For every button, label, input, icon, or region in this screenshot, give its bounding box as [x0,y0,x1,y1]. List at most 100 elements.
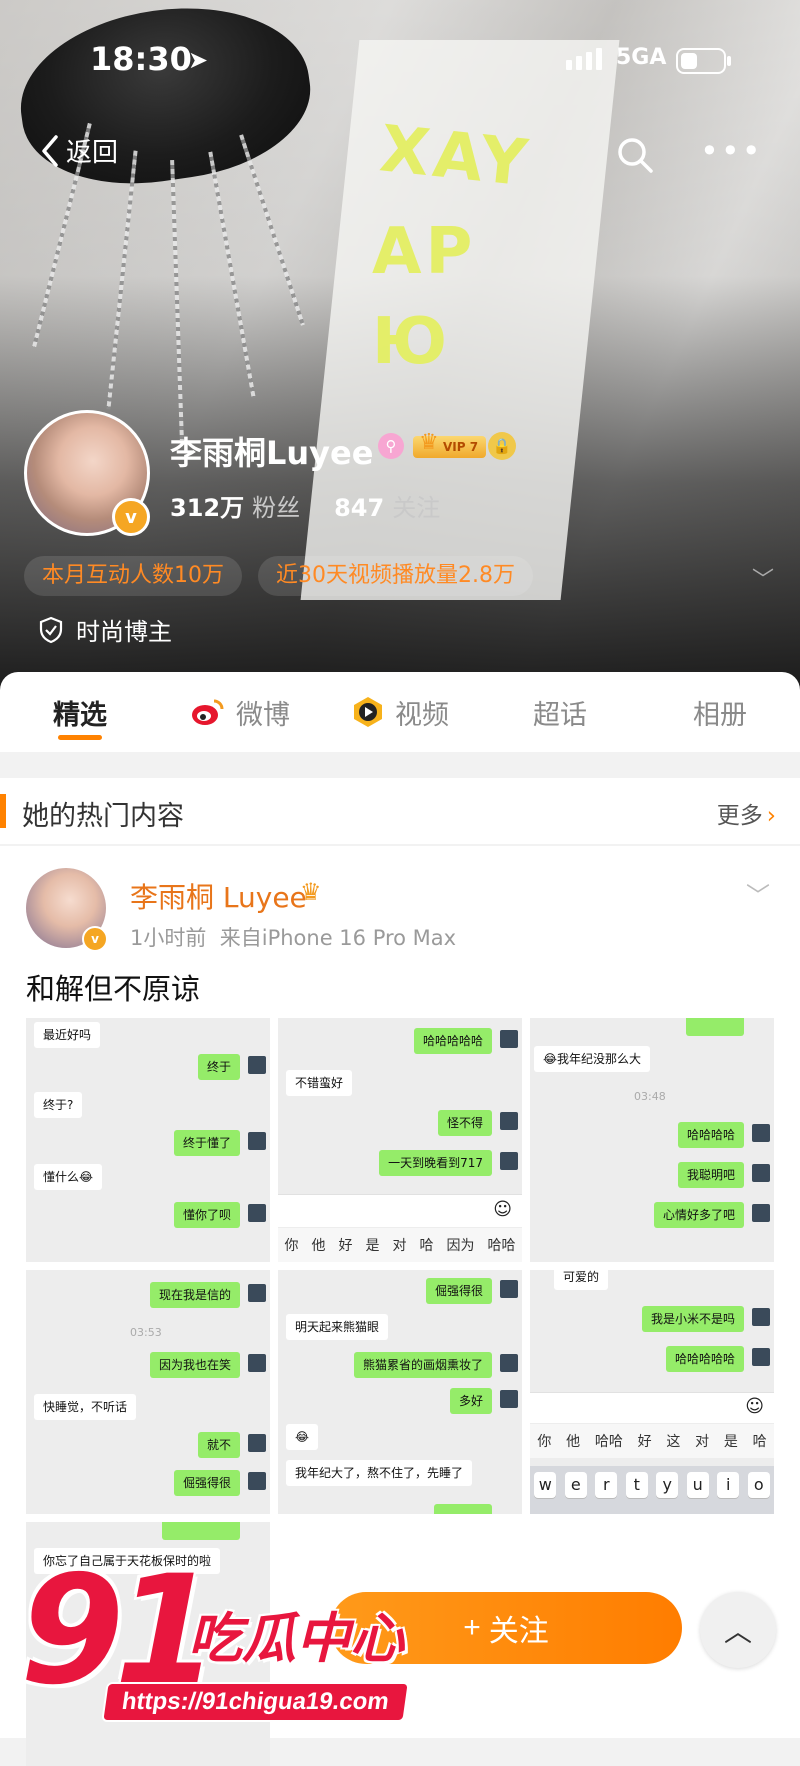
network-type: 5GA [616,45,667,70]
super-topic-badge-icon[interactable]: ⚲ [378,433,404,459]
shirt-text-3: Ю [372,305,452,379]
verified-badge-icon: v [112,498,150,536]
chat-screenshot-3[interactable]: 😂我年纪没那么大 03:48 哈哈哈哈 我聪明吧 心情好多了吧 [530,1018,774,1262]
tab-super-topic[interactable]: 超话 [480,672,640,752]
chat-avatar [752,1348,770,1366]
chat-screenshot-1[interactable]: 最近好吗 终于 终于? 终于懂了 懂什么😂 懂你了呗 [26,1018,270,1262]
chat-screenshot-2[interactable]: 哈哈哈哈哈 不错蛮好 怪不得 一天到晚看到717 ☺ 你他好是对哈因为 哈哈 [278,1018,522,1262]
kb-key: w [534,1472,557,1498]
chat-bubble: 倔强得很 [173,1470,240,1496]
kb-word: 哈 [419,1238,434,1254]
interaction-pill[interactable]: 本月互动人数10万 [24,556,242,596]
chat-screenshot-4[interactable]: 现在我是信的 03:53 因为我也在笑 快睡觉，不听话 就不 倔强得很 [26,1270,270,1514]
kb-word: 是 [365,1238,380,1254]
shield-icon [39,616,63,643]
chat-bubble: 哈哈哈哈 [677,1122,744,1148]
kb-key: i [717,1472,740,1498]
battery-icon [676,48,731,74]
video-views-pill[interactable]: 近30天视频播放量2.8万 [258,556,533,596]
fan-badge-icon[interactable]: 🔒 [488,432,516,460]
chat-bubble: 明天起来熊猫眼 [286,1314,389,1340]
chat-avatar [752,1124,770,1142]
search-icon[interactable] [614,134,656,176]
kb-key: e [564,1472,587,1498]
watermark-brand: 吃瓜中心 [188,1607,404,1670]
post-menu-chevron-icon[interactable]: ﹀ [746,876,770,911]
kb-word: 对 [392,1238,407,1254]
hot-content-header: 她的热门内容 更多 › [0,778,800,844]
section-accent-bar [0,794,6,828]
chat-bubble [686,1018,744,1036]
profile-name: 李雨桐Luyee [170,434,374,472]
chevron-down-icon[interactable]: ﹀ [752,562,774,594]
chat-screenshot-6[interactable]: 可爱的 我是小米不是吗 哈哈哈哈哈 ☺ 你他哈哈好这对是哈 wertyuio [530,1270,774,1514]
chat-bubble: 怪不得 [437,1110,492,1136]
kb-key: t [625,1472,648,1498]
following-stat[interactable]: 847 关注 [334,488,440,523]
chat-avatar [500,1354,518,1372]
status-bar: 18:30 ➤ 5GA [0,40,800,80]
fans-stat[interactable]: 312万 粉丝 [170,488,300,523]
shirt-text-2: AP [372,215,477,289]
more-label: 更多 [716,803,763,829]
kb-word: 是 [723,1434,738,1450]
chat-avatar [248,1434,266,1452]
plus-icon: + [463,1611,481,1644]
chat-screenshot-5[interactable]: 倔强得很 明天起来熊猫眼 熊猫累省的画烟熏妆了 多好 😂 我年纪大了，熬不住了，… [278,1270,522,1514]
chat-bubble: 终于懂了 [173,1130,240,1156]
chat-avatar [248,1056,266,1074]
section-title: 她的热门内容 [22,801,184,832]
chat-avatar [500,1152,518,1170]
kb-key: y [656,1472,679,1498]
kb-word: 好 [338,1238,353,1254]
cover-chain [106,150,138,410]
tab-featured[interactable]: 精选 [0,672,160,752]
chat-avatar [248,1354,266,1372]
tab-album[interactable]: 相册 [640,672,800,752]
tab-weibo[interactable]: 微博 [160,672,320,752]
chat-bubble: 终于? [34,1092,83,1118]
chat-avatar [752,1164,770,1182]
status-time: 18:30 [90,40,192,78]
keyboard-suggestions: 你他好是对哈因为 哈哈 [278,1228,522,1262]
verified-badge-icon: v [82,926,108,952]
chat-avatar [752,1308,770,1326]
post-source: 来自iPhone 16 Pro Max [219,926,457,950]
emoji-icon: ☺ [745,1396,764,1417]
video-icon [354,697,382,727]
profile-tag[interactable]: 时尚博主 [38,612,172,647]
post-time: 1小时前 [130,926,207,950]
post-username[interactable]: 李雨桐 Luyee [130,876,307,916]
cover-chain [170,160,184,440]
tab-video[interactable]: 视频 [320,672,480,752]
fans-label: 粉丝 [252,494,301,522]
watermark-url: https://91chigua19.com [101,1682,410,1722]
chat-bubble: 哈哈哈哈哈 [665,1346,744,1372]
fans-count: 312万 [170,494,245,522]
chat-bubble: 现在我是信的 [149,1282,240,1308]
watermark-logo: 91 吃瓜中心 https://91chigua19.com [20,1556,410,1736]
chat-bubble: 我年纪大了，熬不住了，先睡了 [286,1460,473,1486]
scroll-to-top-button[interactable]: ︿ [700,1592,776,1668]
kb-word: 他 [566,1434,581,1450]
profile-tabs: 精选 微博 视频 超话 相册 [0,672,800,752]
chat-timestamp: 03:48 [634,1090,666,1103]
kb-word: 他 [311,1238,326,1254]
chat-avatar [248,1132,266,1150]
vip-badge[interactable]: VIP 7 [413,432,487,458]
more-link[interactable]: 更多 › [717,796,776,830]
tab-label: 超话 [533,699,587,731]
chat-bubble: 一天到晚看到717 [379,1150,492,1176]
chat-input-bar: ☺ [530,1392,774,1423]
chat-input-bar: ☺ [278,1194,522,1227]
chat-bubble: 心情好多了吧 [653,1202,744,1228]
emoji-icon: ☺ [493,1199,512,1220]
following-label: 关注 [392,494,441,522]
tab-label: 精选 [53,699,107,731]
kb-key: o [747,1472,770,1498]
more-options-icon[interactable]: ••• [700,134,763,168]
chat-bubble: 因为我也在笑 [149,1352,240,1378]
location-arrow-icon: ➤ [188,46,209,74]
post-meta: 1小时前 来自iPhone 16 Pro Max [130,922,456,952]
back-button[interactable]: 返回 [38,132,118,169]
